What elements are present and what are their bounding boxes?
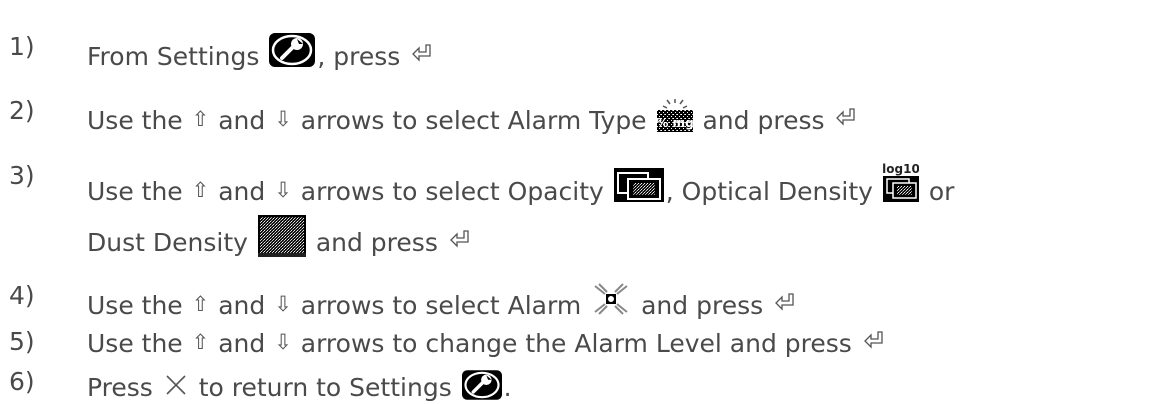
down-arrow-icon: ⇩: [274, 178, 292, 202]
step-text: Use the ⇧ and ⇩ arrows to change the Ala…: [87, 326, 885, 360]
up-arrow-icon: ⇧: [191, 178, 210, 202]
step-number: 3): [9, 161, 35, 190]
opacity-icon: [613, 168, 664, 202]
alarm-icon: [591, 282, 632, 316]
step-text: Use the ⇧ and ⇩ arrows to select Alarm a…: [87, 280, 796, 322]
enter-key-icon: [774, 288, 796, 320]
step-number: 4): [9, 281, 35, 310]
dust-density-icon: [257, 215, 306, 257]
enter-key-icon: [449, 225, 471, 257]
step-text: From Settings , press: [87, 31, 433, 73]
enter-key-icon: [411, 39, 433, 71]
step-number: 5): [9, 327, 35, 356]
step-number: 6): [9, 367, 35, 396]
step-text: Dust Density and press: [87, 209, 471, 259]
optical-density-icon: log10: [882, 162, 919, 202]
enter-key-icon: [863, 326, 885, 358]
svg-text:% mg: % mg: [657, 116, 693, 130]
up-arrow-icon: ⇧: [191, 292, 210, 316]
settings-wrench-icon: [269, 33, 316, 67]
settings-wrench-icon: [461, 370, 502, 400]
step-text: Use the ⇧ and ⇩ arrows to select Opacity…: [87, 162, 955, 206]
down-arrow-icon: ⇩: [274, 107, 292, 131]
down-arrow-icon: ⇩: [274, 292, 292, 316]
step-number: 1): [9, 32, 35, 61]
step-text: Press to return to Settings .: [87, 366, 512, 404]
step-number: 2): [9, 96, 35, 125]
step-text: Use the ⇧ and ⇩ arrows to select Alarm T…: [87, 95, 857, 137]
up-arrow-icon: ⇧: [191, 330, 210, 354]
enter-key-icon: [835, 103, 857, 135]
svg-text:log10: log10: [883, 162, 919, 176]
close-x-icon: [164, 372, 188, 404]
down-arrow-icon: ⇩: [274, 330, 292, 354]
alarm-type-icon: % mg: [656, 98, 693, 132]
up-arrow-icon: ⇧: [191, 107, 210, 131]
